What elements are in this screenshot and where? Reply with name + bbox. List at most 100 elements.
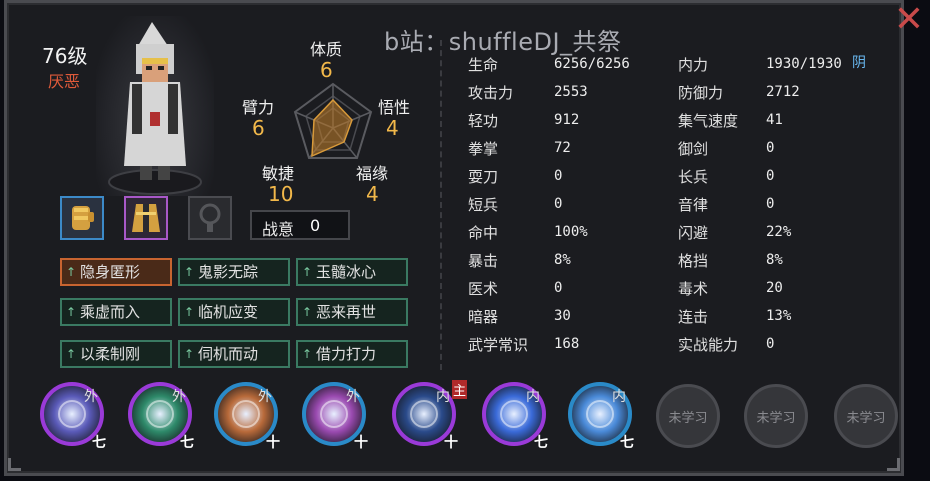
attr-value: 8% (554, 252, 571, 268)
attr-label: 耍刀 (468, 168, 499, 186)
attr-value: 912 (554, 112, 580, 128)
attr-label: 医术 (468, 280, 499, 298)
attr-label: 武学常识 (468, 336, 529, 354)
martial-type-tag: 外 (172, 389, 186, 405)
martial-type-tag: 外 (258, 389, 272, 405)
stat-fuyuan-label: 福缘 (356, 164, 389, 183)
attr-value: 0 (554, 196, 563, 212)
attr-value: 0 (554, 280, 563, 296)
martial-rank-tag: 七 (180, 435, 194, 451)
martial-art-icon (410, 400, 438, 428)
stat-minjie-value: 10 (268, 182, 294, 206)
passive-skills-grid: ↑ 隐身匿形 ↑ 鬼影无踪 ↑ 玉髓冰心 ↑ 乘虚而入 ↑ 临机应变 ↑ 恶来再世 ↑ 以柔制… (56, 254, 416, 368)
skill-label: 恶来再世 (316, 303, 377, 321)
attr-value: 72 (554, 140, 571, 156)
locked-martial-slot[interactable]: 未学习 (744, 384, 808, 448)
stat-wuxing-label: 悟性 (378, 98, 411, 117)
character-level: 76级 (42, 44, 88, 68)
locked-martial-slot[interactable]: 未学习 (656, 384, 720, 448)
skill-button[interactable]: ↑ 乘虚而入 (60, 298, 172, 326)
arrow-up-icon: ↑ (302, 347, 313, 361)
martial-type-tag: 外 (346, 389, 360, 405)
arrow-up-icon: ↑ (302, 265, 313, 279)
attr-value: 0 (766, 196, 775, 212)
attr-label: 连击 (678, 308, 709, 326)
locked-martial-slot[interactable]: 未学习 (834, 384, 898, 448)
attr-value: 0 (766, 140, 775, 156)
attr-label: 集气速度 (678, 112, 739, 130)
arrow-up-icon: ↑ (66, 305, 77, 319)
attr-value: 8% (766, 252, 783, 268)
martial-art-icon (320, 400, 348, 428)
martial-rank-tag: 十 (266, 435, 280, 451)
attr-value: 100% (554, 224, 588, 240)
martial-art-icon (500, 400, 528, 428)
attr-label: 生命 (468, 56, 499, 74)
attr-label: 拳掌 (468, 140, 499, 158)
martial-type-tag: 内 (436, 389, 450, 405)
skill-label: 鬼影无踪 (198, 263, 259, 281)
martial-type-tag: 外 (84, 389, 98, 405)
martial-art-icon (146, 400, 174, 428)
martial-rank-tag: 七 (534, 435, 548, 451)
martial-rank-tag: 十 (354, 435, 368, 451)
gloves-icon (72, 206, 94, 230)
skill-button[interactable]: ↑ 恶来再世 (296, 298, 408, 326)
attr-label: 内力 (678, 56, 709, 74)
locked-label: 未学习 (756, 411, 796, 426)
main-skill-badge: 主 (452, 380, 468, 399)
locked-label: 未学习 (846, 411, 886, 426)
martial-rank-tag: 七 (92, 435, 106, 451)
locked-label: 未学习 (668, 411, 708, 426)
skill-button[interactable]: ↑ 玉髓冰心 (296, 258, 408, 286)
attr-label: 实战能力 (678, 336, 739, 354)
attr-label: 毒术 (678, 280, 709, 298)
stat-wuxing-value: 4 (386, 116, 399, 140)
attr-value: 20 (766, 280, 783, 296)
skill-label: 玉髓冰心 (316, 263, 377, 281)
attr-value: 30 (554, 308, 571, 324)
skill-button[interactable]: ↑ 借力打力 (296, 340, 408, 368)
attr-label: 闪避 (678, 224, 709, 242)
equipment-slot-gloves[interactable] (60, 196, 104, 240)
attr-label: 暴击 (468, 252, 499, 270)
attr-value: 0 (766, 168, 775, 184)
arrow-up-icon: ↑ (66, 347, 77, 361)
stat-bili-value: 6 (252, 116, 265, 140)
armor-icon (132, 204, 160, 232)
zhanyi-box: 战意 0 (250, 210, 350, 240)
equipment-slot-accessory[interactable] (188, 196, 232, 240)
attr-value: 13% (766, 308, 792, 324)
skill-label: 借力打力 (316, 345, 377, 363)
attr-label: 御剑 (678, 140, 709, 158)
attr-value: 2712 (766, 84, 800, 100)
arrow-up-icon: ↑ (184, 265, 195, 279)
skill-button[interactable]: ↑ 鬼影无踪 (178, 258, 290, 286)
close-icon[interactable]: ✕ (894, 2, 924, 38)
frame-corner (887, 458, 900, 471)
skill-label: 乘虚而入 (80, 303, 141, 321)
attr-label: 短兵 (468, 196, 499, 214)
attr-value: 0 (554, 168, 563, 184)
attr-value: 22% (766, 224, 792, 240)
attr-label: 长兵 (678, 168, 709, 186)
attr-value: 41 (766, 112, 783, 128)
skill-button[interactable]: ↑ 以柔制刚 (60, 340, 172, 368)
skill-button[interactable]: ↑ 伺机而动 (178, 340, 290, 368)
skill-button[interactable]: ↑ 临机应变 (178, 298, 290, 326)
attr-label: 暗器 (468, 308, 499, 326)
character-portrait (96, 16, 214, 196)
equipment-slot-armor[interactable] (124, 196, 168, 240)
stat-minjie-label: 敏捷 (262, 164, 295, 183)
attr-value: 6256/6256 (554, 56, 630, 72)
skill-label: 以柔制刚 (80, 345, 141, 363)
accessory-empty-icon (199, 203, 221, 232)
attr-value: 1930/1930 (766, 56, 842, 72)
arrow-up-icon: ↑ (184, 347, 195, 361)
martial-rank-tag: 七 (620, 435, 634, 451)
skill-button[interactable]: ↑ 隐身匿形 (60, 258, 172, 286)
attr-label: 攻击力 (468, 84, 514, 102)
attribute-radar: 体质 6 悟性 4 福缘 4 敏捷 10 臂力 6 (238, 36, 428, 212)
zhanyi-label: 战意 (262, 220, 295, 239)
arrow-up-icon: ↑ (184, 305, 195, 319)
